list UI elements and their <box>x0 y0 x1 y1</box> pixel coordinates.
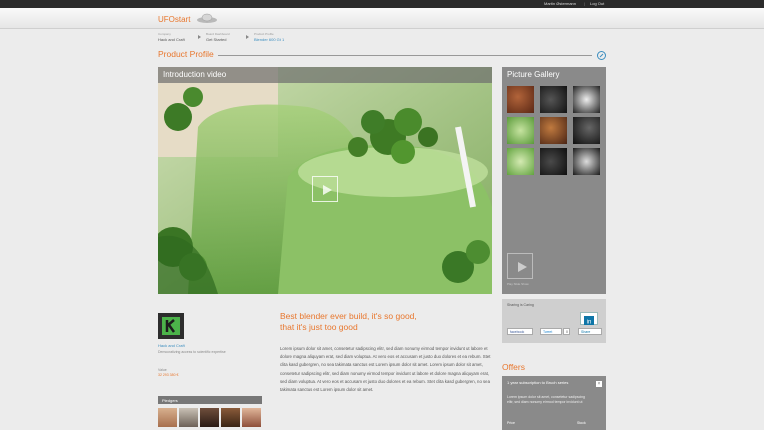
logout-link[interactable]: Log Out <box>590 1 604 6</box>
offer-description: Lorem ipsum dolor sit amet, consetetur s… <box>507 395 586 404</box>
play-icon[interactable] <box>312 176 338 202</box>
video-label: Introduction video <box>158 67 492 83</box>
product-description: Lorem ipsum dolor sit amet, consetetur s… <box>280 346 491 393</box>
facebook-share-button[interactable]: facebook <box>507 328 533 335</box>
product-headline: Best blender ever build, it's so good, t… <box>280 311 480 333</box>
company-value: 32 293 380 € <box>158 373 179 377</box>
breadcrumb-item-product[interactable]: Product Profile Blender 600 Gt 1 <box>254 32 304 42</box>
gallery-thumbnail[interactable] <box>507 148 534 175</box>
offer-stock-label: Stock <box>577 421 586 425</box>
offers-title: Offers <box>502 362 525 372</box>
link-icon[interactable] <box>597 51 606 60</box>
headline-line-2: that it's just too good <box>280 322 358 332</box>
offer-price-label: Price <box>507 421 515 425</box>
picture-gallery: Picture Gallery Play Slide Show <box>502 67 606 294</box>
user-name[interactable]: Martin Østermann <box>544 1 576 6</box>
gallery-thumbnail[interactable] <box>540 117 567 144</box>
gallery-thumbnail[interactable] <box>573 148 600 175</box>
tweet-button[interactable]: Tweet <box>540 328 562 335</box>
company-logo[interactable] <box>158 313 184 339</box>
offer-title: 1 year subscription to Bruch series <box>507 380 569 385</box>
topbar-separator: | <box>584 1 586 6</box>
top-bar: Martin Østermann | Log Out <box>0 0 764 8</box>
pledger-avatar[interactable] <box>158 408 177 427</box>
gallery-title: Picture Gallery <box>507 70 560 79</box>
gallery-thumbnail[interactable] <box>573 117 600 144</box>
gallery-thumbnail[interactable] <box>507 117 534 144</box>
company-name-link[interactable]: Hack and Craft <box>158 343 185 348</box>
breadcrumb-caption: Product Profile <box>254 32 274 36</box>
gallery-thumbnail[interactable] <box>507 86 534 113</box>
headline-line-1: Best blender ever build, it's so good, <box>280 311 417 321</box>
site-logo[interactable]: UFOstart <box>158 15 190 24</box>
breadcrumb-arrow-icon <box>246 35 249 39</box>
share-label: Sharing is Caring <box>507 303 534 307</box>
linkedin-share-button[interactable]: Share <box>578 328 602 335</box>
close-icon[interactable]: × <box>596 381 602 387</box>
company-description: Democratizing access to scientific exper… <box>158 350 226 354</box>
gallery-thumbnail[interactable] <box>573 86 600 113</box>
ufo-icon <box>197 13 217 23</box>
svg-text:in: in <box>587 320 592 326</box>
gallery-thumbnail[interactable] <box>540 86 567 113</box>
value-label: Value <box>158 368 167 372</box>
pledger-avatar[interactable] <box>221 408 240 427</box>
pledger-avatar[interactable] <box>179 408 198 427</box>
gallery-thumbnail[interactable] <box>540 148 567 175</box>
tweet-count: 0 <box>563 328 570 335</box>
slideshow-play-icon[interactable] <box>507 253 533 279</box>
linkedin-icon[interactable]: in <box>580 312 598 326</box>
pledger-avatar[interactable] <box>242 408 261 427</box>
pledger-avatar[interactable] <box>200 408 219 427</box>
site-header: UFOstart <box>0 8 764 29</box>
page-title: Product Profile <box>158 49 214 59</box>
introduction-video[interactable]: Introduction video <box>158 67 492 294</box>
breadcrumb-label: Blender 600 Gt 1 <box>254 37 285 42</box>
offer-card[interactable]: 1 year subscription to Bruch series Lore… <box>502 376 606 430</box>
pledgers-header: Pledgers <box>158 396 262 404</box>
slideshow-label[interactable]: Play Slide Show <box>507 282 529 286</box>
breadcrumb-arrow-icon <box>198 35 201 39</box>
title-divider <box>218 55 592 56</box>
